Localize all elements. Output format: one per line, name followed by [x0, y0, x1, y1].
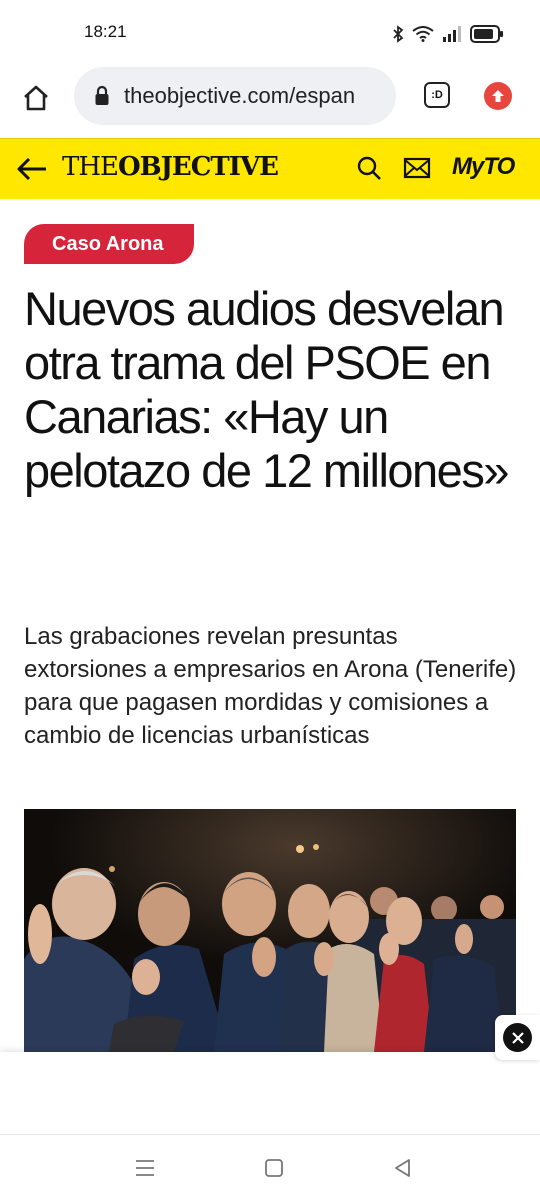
wifi-icon	[412, 26, 434, 42]
menu-icon	[136, 1160, 154, 1176]
lock-icon	[95, 85, 109, 105]
article-photo[interactable]	[24, 809, 516, 1052]
tabs-icon: :D	[424, 82, 450, 108]
mail-icon[interactable]	[403, 157, 431, 179]
status-time: 18:21	[84, 22, 127, 41]
upgrade-button[interactable]	[484, 82, 512, 110]
tabs-button[interactable]: :D	[422, 80, 454, 112]
battery-icon	[470, 25, 503, 43]
back-triangle-icon	[395, 1159, 410, 1177]
home-nav-button[interactable]	[261, 1155, 287, 1181]
bluetooth-icon	[393, 25, 404, 43]
recent-apps-button[interactable]	[132, 1155, 158, 1181]
status-icons	[392, 22, 504, 46]
site-logo[interactable]: THEOBJECTIVE	[62, 152, 279, 182]
url-text[interactable]: theobjective.com/espan	[124, 83, 355, 109]
logo-the: THE	[62, 152, 119, 182]
article-headline: Nuevos audios desvelan otra trama del PS…	[24, 282, 509, 497]
home-button[interactable]	[16, 78, 56, 118]
status-bar: 18:21	[0, 0, 540, 66]
back-nav-button[interactable]	[390, 1155, 416, 1181]
home-icon	[24, 85, 48, 111]
myto-link[interactable]: MyTO	[452, 153, 515, 181]
article-subtitle: Las grabaciones revelan presuntas extors…	[24, 623, 517, 749]
audience-photo-illustration	[24, 809, 516, 1052]
site-header: THEOBJECTIVE MyTO	[0, 138, 540, 199]
close-icon	[511, 1031, 524, 1044]
tabs-label: :D	[431, 89, 443, 101]
logo-objective: OBJECTIVE	[118, 152, 279, 182]
home-square-icon	[265, 1159, 283, 1177]
system-nav-bar	[0, 1134, 540, 1201]
search-icon[interactable]	[356, 155, 382, 181]
ad-banner[interactable]	[0, 1052, 540, 1134]
browser-toolbar: theobjective.com/espan :D	[0, 66, 540, 138]
upgrade-icon	[492, 90, 504, 102]
signal-icon	[443, 26, 461, 42]
close-ad-button[interactable]	[495, 1015, 540, 1060]
back-arrow-icon[interactable]	[16, 155, 48, 183]
category-tag[interactable]: Caso Arona	[24, 224, 194, 264]
address-bar[interactable]: theobjective.com/espan	[74, 67, 396, 125]
